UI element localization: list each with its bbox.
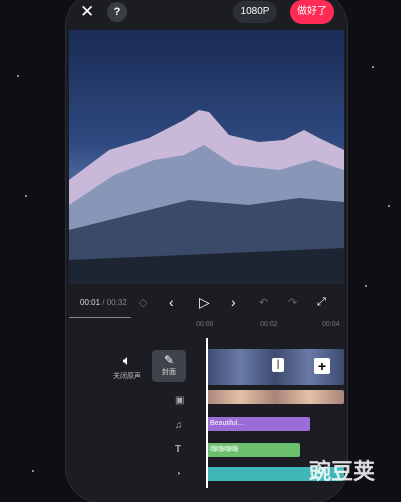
- ruler-label: 00:00: [196, 321, 214, 328]
- done-button[interactable]: 做好了: [290, 0, 334, 24]
- watermark-logo: 豌豆荚: [308, 459, 375, 484]
- star: [25, 195, 27, 197]
- image-track-icon[interactable]: ▣: [175, 395, 184, 406]
- text-icon[interactable]: T: [175, 444, 181, 455]
- sticker-icon[interactable]: ◔: [175, 469, 181, 480]
- phone-frame: ✕ ? 1080P 做好了 00:01 / 00:32 ◇ ‹ ▷ › ↶ ↷ …: [66, 0, 347, 502]
- keyframe-icon[interactable]: ◇: [139, 296, 147, 309]
- cover-label: 封面: [162, 369, 176, 376]
- image-strip-track[interactable]: [206, 390, 344, 404]
- editor-topbar: ✕ ? 1080P 做好了: [66, 0, 347, 30]
- resolution-button[interactable]: 1080P: [233, 1, 277, 23]
- timeline-ruler: 00:00 00:02 00:04: [196, 320, 344, 332]
- mute-label: 关闭原声: [113, 373, 141, 380]
- progress-line: [69, 317, 131, 318]
- star: [372, 66, 374, 68]
- star: [17, 75, 19, 77]
- video-track[interactable]: | +: [206, 349, 344, 385]
- star: [32, 470, 34, 472]
- text-clip[interactable]: Beautiful...: [206, 417, 310, 431]
- play-icon[interactable]: ▷: [199, 294, 210, 311]
- pencil-icon: ✎: [163, 353, 175, 367]
- prev-icon[interactable]: ‹: [169, 294, 174, 310]
- current-time: 00:01: [80, 298, 101, 307]
- time-readout: 00:01 / 00:32: [80, 298, 127, 307]
- video-preview: [69, 30, 344, 284]
- time-separator: /: [100, 298, 107, 307]
- star: [365, 285, 367, 287]
- transition-button[interactable]: |: [272, 358, 284, 372]
- total-time: 00:32: [106, 298, 127, 307]
- next-icon[interactable]: ›: [231, 294, 236, 310]
- undo-icon[interactable]: ↶: [259, 296, 268, 309]
- sticker-clip[interactable]: 嗨嗨嗨嗨: [206, 443, 300, 457]
- playback-controls: 00:01 / 00:32 ◇ ‹ ▷ › ↶ ↷ ⤢: [66, 292, 347, 316]
- close-icon[interactable]: ✕: [80, 3, 94, 20]
- star: [388, 205, 390, 207]
- help-button[interactable]: ?: [107, 2, 127, 22]
- ruler-label: 00:04: [322, 321, 340, 328]
- ruler-label: 00:02: [260, 321, 278, 328]
- mute-original-button[interactable]: 🔈︎ 关闭原声: [102, 352, 152, 381]
- timeline-tools: 🔈︎ 关闭原声 ✎ 封面: [66, 342, 186, 502]
- fullscreen-icon[interactable]: ⤢: [317, 296, 326, 309]
- add-clip-button[interactable]: +: [314, 358, 330, 374]
- mountain-image: [69, 110, 344, 284]
- redo-icon[interactable]: ↷: [288, 296, 297, 309]
- cover-button[interactable]: ✎ 封面: [152, 350, 186, 382]
- music-icon[interactable]: ♫: [175, 420, 183, 431]
- speaker-icon: 🔈︎: [122, 352, 132, 368]
- playhead[interactable]: [206, 338, 208, 488]
